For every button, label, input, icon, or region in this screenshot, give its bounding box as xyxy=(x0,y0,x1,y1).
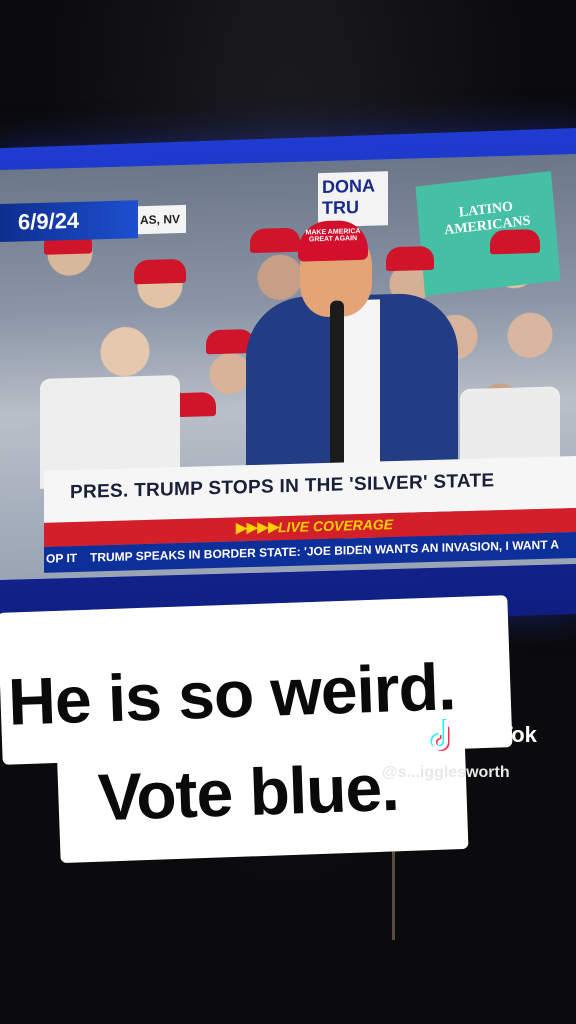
sign-white-text: DONA TRU xyxy=(322,175,375,219)
red-hat xyxy=(490,228,540,255)
red-hat xyxy=(386,245,434,272)
news-lower-third: PRES. TRUMP STOPS IN THE 'SILVER' STATE … xyxy=(44,455,576,580)
campaign-sign-green: LATINO AMERICANS xyxy=(415,170,561,296)
speaker-hat: MAKE AMERICA GREAT AGAIN xyxy=(298,219,368,262)
ticker-left-text: OP IT xyxy=(46,550,78,566)
caption-line-2: Vote blue. xyxy=(96,749,400,835)
hat-text: MAKE AMERICA GREAT AGAIN xyxy=(305,227,361,244)
date-badge: 6/9/24 xyxy=(0,200,138,243)
headline-text: PRES. TRUMP STOPS IN THE 'SILVER' STATE xyxy=(70,470,495,504)
tv-screen: DONA TRU LATINO AMERICANS MAKE AMERICA G… xyxy=(0,153,576,581)
tiktok-username: @s...igglesworth xyxy=(382,764,510,781)
date-text: 6/9/24 xyxy=(18,207,80,235)
campaign-sign-white: DONA TRU xyxy=(318,171,388,228)
tiktok-brand: TikTok xyxy=(468,722,537,747)
red-hat xyxy=(134,258,186,285)
caption-line-1: He is so weird. xyxy=(6,649,457,739)
tiktok-logo-icon xyxy=(430,719,457,751)
red-hat xyxy=(250,227,300,254)
location-badge: AS, NV xyxy=(138,204,186,235)
live-arrows-icon: ▶▶▶▶ xyxy=(236,518,280,536)
live-coverage-label: LIVE COVERAGE xyxy=(278,516,394,536)
location-text: AS, NV xyxy=(140,212,181,228)
